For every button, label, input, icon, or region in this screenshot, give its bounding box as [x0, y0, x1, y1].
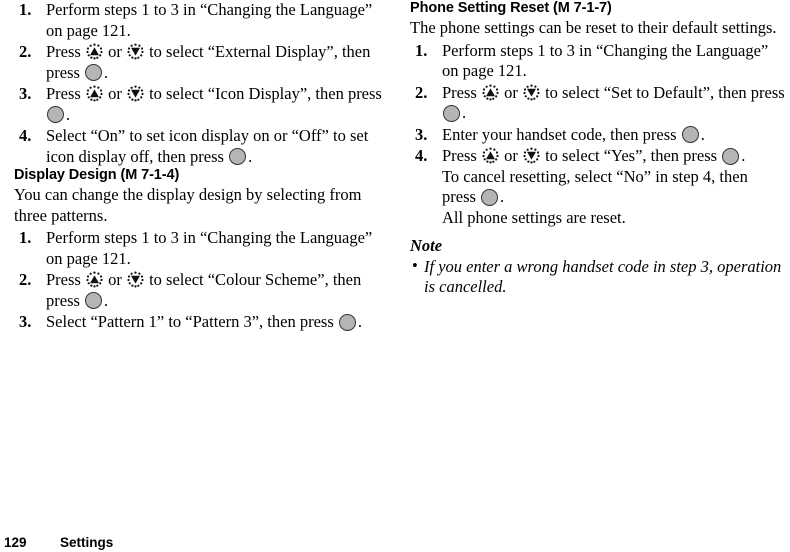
step-text-fragment: or — [499, 82, 522, 102]
display-design-steps-list: 1. Perform steps 1 to 3 in “Changing the… — [4, 228, 389, 333]
note-block: Note • If you enter a wrong handset code … — [410, 236, 785, 298]
step-text: Press or to select “Colour Scheme”, then… — [46, 270, 389, 311]
step-text-fragment: to select “Icon Display”, then press — [144, 84, 382, 103]
manual-page: 1. Perform steps 1 to 3 in “Changing the… — [0, 0, 790, 552]
step-text-fragment: Select “On” to set icon display on or “O… — [46, 126, 369, 166]
navigation-up-key-icon — [86, 271, 103, 288]
step-text-fragment: to select “Set to Default”, then press — [540, 82, 785, 102]
step-text: Perform steps 1 to 3 in “Changing the La… — [46, 0, 373, 40]
step-text-fragment: Press — [46, 270, 85, 289]
step-text-fragment: or — [103, 42, 126, 61]
step-number: 1. — [415, 40, 428, 60]
center-select-key-icon — [338, 313, 356, 331]
continued-steps-list: 1. Perform steps 1 to 3 in “Changing the… — [4, 0, 389, 167]
step-item: 1. Perform steps 1 to 3 in “Changing the… — [8, 0, 389, 41]
step-text: Enter your handset code, then press . — [442, 125, 785, 146]
center-select-key-icon — [481, 188, 499, 206]
step-text-fragment: . — [700, 124, 705, 144]
bullet-icon: • — [412, 256, 418, 275]
phone-setting-reset-intro: The phone settings can be reset to their… — [410, 18, 777, 37]
step-item: 4. Press or to select “Yes”, then press … — [404, 146, 785, 228]
center-select-key-icon — [443, 104, 460, 122]
phone-setting-reset-heading: Phone Setting Reset (M 7-1-7) — [410, 0, 612, 16]
step-number: 2. — [19, 42, 32, 61]
navigation-up-key-icon — [482, 147, 499, 164]
center-select-key-icon — [85, 292, 103, 309]
step-text-fragment: . — [104, 290, 109, 310]
note-item-text: If you enter a wrong handset code in ste… — [424, 256, 782, 297]
display-design-heading: Display Design (M 7-1-4) — [14, 167, 180, 183]
step-item: 1. Perform steps 1 to 3 in “Changing the… — [404, 41, 785, 82]
step-text-fragment: . — [66, 104, 71, 124]
step-text-fragment: Press — [442, 146, 481, 165]
step-text: Select “On” to set icon display on or “O… — [46, 126, 389, 167]
step-item: 3. Enter your handset code, then press . — [404, 125, 785, 146]
step-text: Press or to select “Icon Display”, then … — [46, 84, 389, 125]
step-text: Press or to select “Yes”, then press . — [442, 146, 785, 167]
step-text-fragment: . — [500, 187, 505, 206]
step-sub-line: All phone settings are reset. — [442, 207, 626, 227]
step-text: Select “Pattern 1” to “Pattern 3”, then … — [46, 312, 389, 333]
navigation-down-key-icon — [523, 147, 540, 164]
step-text: Press or to select “External Display”, t… — [46, 42, 389, 83]
step-item: 2. Press or to select “Set to Default”, … — [404, 83, 785, 124]
step-number: 4. — [19, 126, 32, 145]
center-select-key-icon — [85, 64, 103, 81]
step-text-fragment: or — [103, 84, 126, 103]
center-select-key-icon — [47, 106, 64, 123]
step-text-fragment: Select “Pattern 1” to “Pattern 3”, then … — [46, 312, 338, 331]
step-text-fragment: . — [462, 103, 467, 122]
step-item: 3. Press or to select “Icon Display”, th… — [8, 84, 389, 125]
step-text: Perform steps 1 to 3 in “Changing the La… — [442, 40, 769, 81]
step-number: 1. — [19, 228, 32, 247]
step-text-fragment: to select “Yes”, then press — [540, 146, 722, 165]
step-number: 4. — [415, 146, 428, 165]
step-number: 3. — [19, 312, 32, 331]
step-text-fragment: . — [248, 146, 253, 166]
step-item: 1. Perform steps 1 to 3 in “Changing the… — [8, 228, 389, 269]
display-design-intro: You can change the display design by sel… — [14, 185, 362, 225]
step-text: Press or to select “Set to Default”, the… — [442, 83, 785, 124]
note-title: Note — [410, 236, 443, 255]
navigation-down-key-icon — [523, 83, 540, 101]
step-text-fragment: . — [741, 146, 746, 165]
center-select-key-icon — [229, 148, 247, 165]
step-text-fragment: or — [499, 146, 522, 165]
step-text-fragment: Press — [46, 84, 85, 103]
step-number: 3. — [19, 84, 32, 103]
step-text-fragment: . — [104, 62, 109, 82]
step-number: 2. — [415, 82, 428, 102]
step-number: 3. — [415, 124, 428, 144]
left-column: 1. Perform steps 1 to 3 in “Changing the… — [4, 0, 389, 333]
footer-page-number: 129 — [4, 535, 27, 550]
step-sub-line: To cancel resetting, select “No” in step… — [442, 167, 785, 208]
navigation-down-key-icon — [127, 43, 144, 60]
phone-setting-reset-steps-list: 1. Perform steps 1 to 3 in “Changing the… — [400, 41, 785, 229]
note-list: • If you enter a wrong handset code in st… — [410, 256, 785, 298]
right-column: Phone Setting Reset (M 7-1-7) The phone … — [400, 0, 785, 298]
footer-chapter-title: Settings — [60, 535, 114, 550]
step-item: 3. Select “Pattern 1” to “Pattern 3”, th… — [8, 312, 389, 333]
navigation-up-key-icon — [86, 85, 103, 102]
navigation-up-key-icon — [86, 43, 103, 60]
step-item: 2. Press or to select “External Display”… — [8, 42, 389, 83]
step-item: 4. Select “On” to set icon display on or… — [8, 126, 389, 167]
step-text-fragment: Press — [46, 42, 85, 61]
navigation-down-key-icon — [127, 85, 144, 102]
step-text-fragment: Enter your handset code, then press — [442, 124, 681, 144]
center-select-key-icon — [681, 126, 699, 143]
step-number: 1. — [19, 0, 32, 19]
step-item: 2. Press or to select “Colour Scheme”, t… — [8, 270, 389, 311]
step-number: 2. — [19, 270, 32, 289]
note-item: • If you enter a wrong handset code in st… — [410, 256, 785, 298]
step-text-fragment: or — [103, 270, 126, 289]
center-select-key-icon — [722, 147, 740, 165]
step-text: Perform steps 1 to 3 in “Changing the La… — [46, 228, 373, 268]
step-text-fragment: Press — [442, 82, 481, 102]
navigation-down-key-icon — [127, 271, 144, 288]
step-text-fragment: . — [357, 312, 362, 331]
navigation-up-key-icon — [482, 83, 499, 101]
